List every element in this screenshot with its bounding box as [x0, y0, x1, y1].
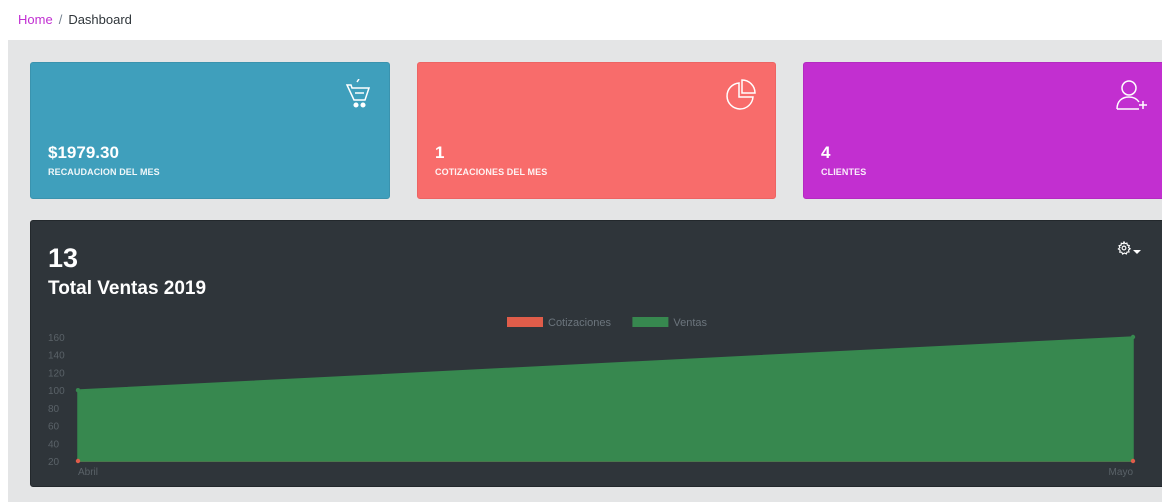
data-point-cotizaciones [1130, 458, 1136, 464]
y-tick-label: 100 [48, 386, 65, 397]
legend-swatch [632, 317, 669, 327]
y-tick-label: 60 [48, 422, 60, 433]
card-label: RECAUDACION DEL MES [48, 167, 160, 177]
legend-label: Cotizaciones [548, 317, 611, 329]
card-recaudacion[interactable]: $1979.30 RECAUDACION DEL MES [30, 62, 390, 199]
y-tick-label: 80 [48, 404, 60, 415]
card-cotizaciones[interactable]: 1 COTIZACIONES DEL MES [417, 62, 776, 199]
data-point-ventas [75, 387, 81, 393]
user-add-icon [1116, 79, 1148, 116]
sales-chart-card: 13 Total Ventas 2019 Cotizaciones Ventas … [30, 220, 1162, 487]
y-tick-label: 120 [48, 368, 65, 379]
chart-x-axis: Abril Mayo [78, 467, 1133, 478]
breadcrumb-separator: / [58, 12, 63, 27]
y-tick-label: 140 [48, 351, 65, 362]
series-area-ventas [77, 336, 1134, 462]
sales-area-chart: Cotizaciones Ventas 20406080100120140160 … [48, 317, 1136, 478]
card-value: $1979.30 [48, 143, 119, 162]
y-tick-label: 160 [48, 333, 65, 344]
breadcrumb-home-link[interactable]: Home [18, 12, 53, 27]
x-tick-label: Abril [78, 467, 98, 478]
x-tick-label: Mayo [1109, 467, 1134, 478]
card-label: CLIENTES [821, 167, 867, 177]
pie-chart-icon [725, 79, 757, 116]
card-clientes[interactable]: 4 CLIENTES [803, 62, 1162, 199]
card-value: 4 [821, 143, 831, 162]
data-point-cotizaciones [75, 458, 81, 464]
legend-label: Ventas [673, 317, 707, 329]
breadcrumb-current: Dashboard [68, 12, 132, 27]
chart-y-axis: 20 40 60 80 100 120 140 160 [48, 333, 65, 468]
basket-icon [345, 78, 371, 114]
breadcrumb: Home / Dashboard [18, 12, 132, 27]
chart-legend: Cotizaciones Ventas [507, 317, 708, 329]
chart-plot [75, 334, 1136, 464]
y-tick-label: 20 [48, 457, 60, 468]
main-content: $1979.30 RECAUDACION DEL MES 1 COTIZACIO… [8, 40, 1162, 502]
data-point-ventas [1130, 334, 1136, 340]
legend-swatch [507, 317, 543, 327]
card-value: 1 [435, 143, 445, 162]
card-label: COTIZACIONES DEL MES [435, 167, 548, 177]
y-tick-label: 40 [48, 439, 60, 450]
